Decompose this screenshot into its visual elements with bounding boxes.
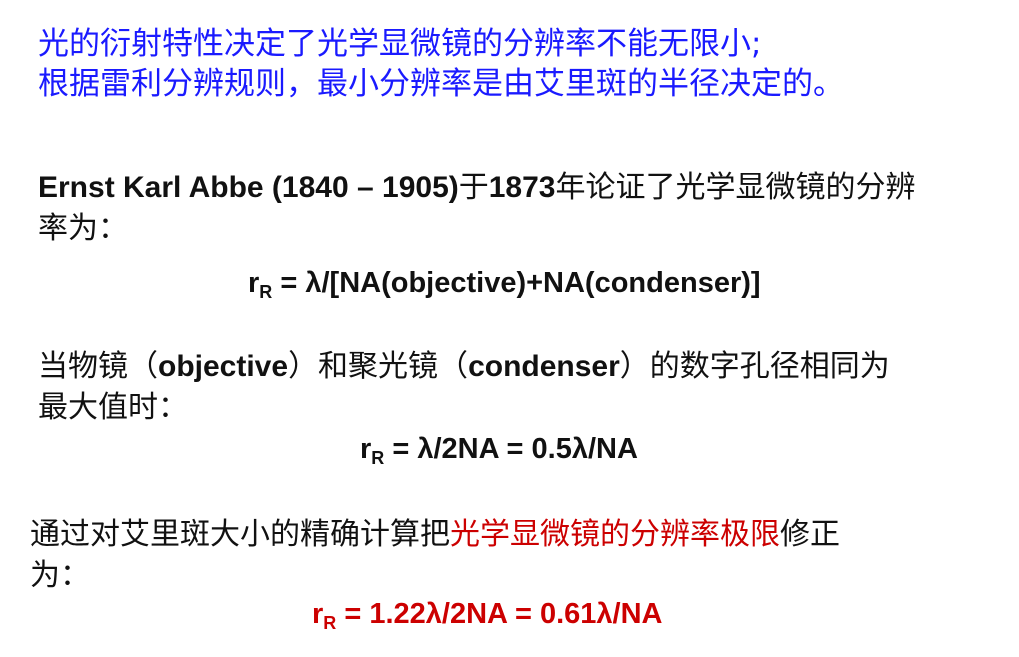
condition-line-2: 最大值时：	[38, 390, 188, 425]
intro-statement: 光的衍射特性决定了光学显微镜的分辨率不能无限小; 根据雷利分辨规则，最小分辨率是…	[38, 24, 998, 104]
correction-line-1: 通过对艾里斑大小的精确计算把光学显微镜的分辨率极限修正	[30, 514, 1005, 555]
airy-correction-paragraph: 通过对艾里斑大小的精确计算把光学显微镜的分辨率极限修正 为：	[30, 514, 1005, 596]
abbe-text-b: 年论证了光学显微镜的分辨	[555, 170, 916, 205]
condition-mid: ）和聚光镜（	[288, 349, 469, 384]
formula1-rhs: = λ/[NA(objective)+NA(condenser)]	[272, 267, 761, 299]
abbe-year: 1873	[488, 171, 556, 204]
abbe-name: Ernst Karl Abbe (1840 – 1905)	[38, 171, 459, 204]
correction-highlight: 光学显微镜的分辨率极限	[450, 517, 780, 552]
formula3-subscript: R	[323, 613, 337, 633]
correction-post: 修正	[780, 517, 840, 552]
condition-objective: objective	[158, 350, 289, 383]
formula1-subscript: R	[259, 282, 273, 302]
correction-pre: 通过对艾里斑大小的精确计算把	[30, 517, 450, 552]
abbe-line-2: 率为：	[38, 211, 128, 246]
abbe-line-1: Ernst Karl Abbe (1840 – 1905)于1873年论证了光学…	[38, 167, 998, 208]
formula2-rhs: = λ/2NA = 0.5λ/NA	[384, 433, 638, 465]
correction-line-2: 为：	[30, 558, 90, 593]
intro-line-2: 根据雷利分辨规则，最小分辨率是由艾里斑的半径决定的。	[38, 66, 844, 102]
formula3-rhs: = 1.22λ/2NA = 0.61λ/NA	[336, 598, 663, 630]
equal-aperture-formula: rR = λ/2NA = 0.5λ/NA	[360, 431, 638, 467]
formula1-r: r	[248, 267, 260, 299]
corrected-resolution-formula: rR = 1.22λ/2NA = 0.61λ/NA	[312, 596, 662, 632]
abbe-resolution-formula: rR = λ/[NA(objective)+NA(condenser)]	[248, 265, 761, 301]
intro-line-1: 光的衍射特性决定了光学显微镜的分辨率不能无限小;	[38, 26, 762, 62]
formula3-r: r	[312, 598, 324, 630]
condition-line-1: 当物镜（objective）和聚光镜（condenser）的数字孔径相同为	[38, 346, 1003, 387]
formula2-subscript: R	[371, 448, 385, 468]
condition-post: ）的数字孔径相同为	[619, 349, 890, 384]
formula2-r: r	[360, 433, 372, 465]
condition-pre: 当物镜（	[38, 349, 158, 384]
condition-condenser: condenser	[468, 350, 620, 383]
abbe-paragraph: Ernst Karl Abbe (1840 – 1905)于1873年论证了光学…	[38, 167, 998, 249]
equal-aperture-paragraph: 当物镜（objective）和聚光镜（condenser）的数字孔径相同为 最大…	[38, 346, 1003, 428]
abbe-text-a: 于	[458, 170, 489, 205]
